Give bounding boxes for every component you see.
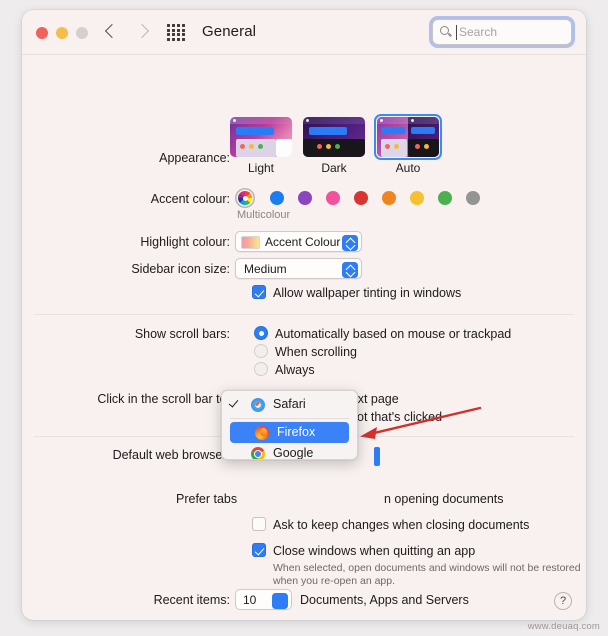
safari-icon [251,397,265,412]
prefer-tabs-label: Prefer tabs [176,492,238,506]
forward-chevron-icon[interactable] [134,23,152,41]
close-button[interactable] [36,27,48,39]
traffic-lights [36,27,88,39]
scroll-bars-radio-automatic[interactable] [254,326,268,340]
menu-item-label: Safari [273,397,306,411]
scroll-bars-option-automatic: Automatically based on mouse or trackpad [275,327,512,341]
checkmark-icon [228,397,239,408]
close-windows-label: Close windows when quitting an app [273,544,476,558]
menu-item-label: Firefox [277,425,316,439]
appearance-thumb-dark[interactable] [303,117,365,157]
page-title: General [202,23,257,40]
text-caret [456,25,457,40]
sidebar-icon-size-label: Sidebar icon size: [131,262,230,276]
search-placeholder: Search [459,25,498,39]
close-windows-note-line2: when you re-open an app. [273,575,396,587]
scroll-bars-option-always: Always [275,363,315,377]
wallpaper-tinting-checkbox[interactable] [252,285,266,299]
appearance-label: Appearance: [159,151,230,165]
show-all-grid-icon[interactable] [167,24,185,41]
accent-colour-label: Accent colour: [150,192,230,206]
appearance-label-dark: Dark [321,161,347,175]
screenshot-root: General Search Appearance: Light Dark Au… [0,0,608,636]
close-windows-note-line1: When selected, open documents and window… [273,562,581,574]
accent-swatch-yellow[interactable] [410,191,424,205]
appearance-thumb-light[interactable] [230,117,292,157]
accent-swatch-orange[interactable] [382,191,396,205]
zoom-button[interactable] [76,27,88,39]
search-input[interactable]: Search [432,19,572,45]
preferences-content: Appearance: Light Dark Auto Accent colou… [22,55,586,620]
accent-swatch-purple[interactable] [298,191,312,205]
accent-swatch-graphite[interactable] [466,191,480,205]
menu-item-firefox[interactable]: Firefox [230,422,349,443]
highlight-colour-popup[interactable]: Accent Colour [235,231,362,252]
scroll-bars-radio-when-scrolling[interactable] [254,344,268,358]
recent-items-stepper[interactable]: 10 [235,589,292,610]
appearance-selection-ring [374,114,442,160]
menu-item-safari[interactable]: Safari [222,394,357,415]
accent-swatch-green[interactable] [438,191,452,205]
accent-swatch-pink[interactable] [326,191,340,205]
navigation-arrows [102,23,152,41]
stepper-chevron-icon[interactable] [272,592,288,609]
highlight-colour-value: Accent Colour [265,235,341,249]
chrome-icon [251,446,265,459]
scroll-bars-option-when-scrolling: When scrolling [275,345,357,359]
recent-items-label: Recent items: [153,593,230,607]
highlight-colour-swatch [241,236,260,249]
back-chevron-icon[interactable] [102,23,120,41]
firefox-icon [255,425,269,440]
search-icon [440,26,449,35]
sidebar-icon-size-value: Medium [244,262,287,276]
prefer-tabs-trailing: n opening documents [384,492,504,506]
section-divider-1 [34,314,574,315]
menu-item-label: Google Chrome [273,446,314,460]
scroll-bars-radio-always[interactable] [254,362,268,376]
annotation-arrow-icon [360,406,482,439]
show-scroll-bars-label: Show scroll bars: [134,327,230,341]
watermark: www.deuaq.com [527,621,600,632]
accent-colour-caption: Multicolour [237,209,291,221]
sidebar-icon-size-popup[interactable]: Medium [235,258,362,279]
ask-keep-changes-checkbox[interactable] [252,517,266,531]
wallpaper-tinting-label: Allow wallpaper tinting in windows [273,286,462,300]
menu-separator [230,418,349,419]
accent-swatch-multicolour[interactable] [238,191,252,205]
close-windows-checkbox[interactable] [252,543,266,557]
minimise-button[interactable] [56,27,68,39]
recent-items-value: 10 [243,593,257,607]
chevron-up-down-icon[interactable] [342,261,358,278]
accent-swatch-blue[interactable] [270,191,284,205]
accent-swatch-red[interactable] [354,191,368,205]
system-preferences-window: General Search Appearance: Light Dark Au… [22,10,586,620]
appearance-label-light: Light [247,161,275,175]
help-button[interactable]: ? [554,592,572,610]
chevron-up-down-icon[interactable] [342,234,358,251]
default-web-browser-label: Default web browser: [112,448,230,462]
window-titlebar: General Search [22,10,586,55]
default-web-browser-menu: Safari Firefox Google Chrome [221,390,358,460]
scroll-bar-click-label: Click in the scroll bar to: [97,392,230,406]
recent-items-trailing: Documents, Apps and Servers [300,593,469,607]
highlight-colour-label: Highlight colour: [140,235,230,249]
appearance-label-auto: Auto [395,161,421,175]
ask-keep-changes-label: Ask to keep changes when closing documen… [273,518,530,532]
menu-item-google-chrome[interactable]: Google Chrome [222,443,357,460]
